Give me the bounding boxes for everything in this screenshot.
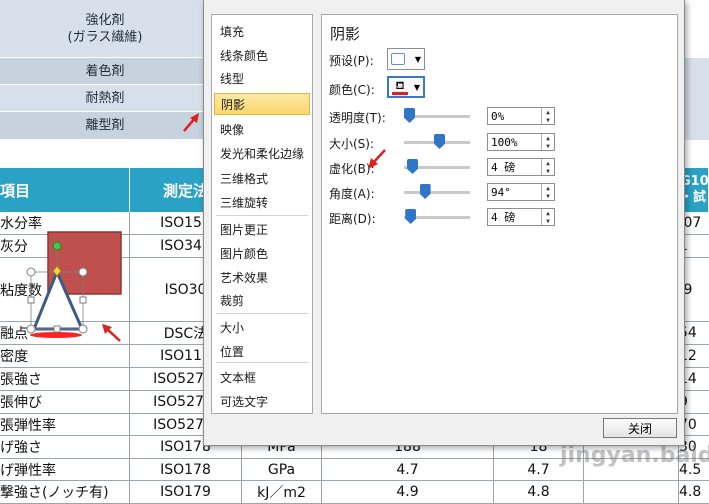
- nav-item-1[interactable]: 线条颜色: [214, 44, 310, 66]
- table-cell-item[interactable]: げ弾性率: [0, 459, 130, 480]
- spin-down-icon[interactable]: ▼: [541, 142, 554, 150]
- top-row-colorant: 着色剤: [0, 58, 210, 85]
- paint-bucket-icon: ⛾: [392, 80, 408, 95]
- nav-item-5[interactable]: 发光和柔化边缘: [214, 142, 310, 164]
- slider-thumb[interactable]: [419, 184, 431, 199]
- table-cell-item[interactable]: 張強さ: [0, 368, 130, 390]
- slider-thumb[interactable]: [434, 134, 445, 149]
- shadow-preset-icon: [391, 53, 405, 65]
- spin-up-icon[interactable]: ▲: [541, 184, 554, 192]
- slider-thumb[interactable]: [405, 209, 417, 224]
- slider-thumb[interactable]: [407, 159, 418, 174]
- top-row-label: 耐熱剤: [85, 90, 125, 106]
- resize-handle[interactable]: [26, 267, 36, 277]
- resize-handle[interactable]: [26, 324, 36, 334]
- table-cell-item[interactable]: 張弾性率: [0, 414, 130, 435]
- top-row-reinforcement: 強化剤 (ガラス繊維): [0, 0, 210, 58]
- spin-up-icon[interactable]: ▲: [541, 209, 554, 217]
- rotate-handle[interactable]: [52, 241, 62, 251]
- field-label: 角度(A):: [329, 187, 375, 201]
- format-shape-dialog: 填充 线条颜色 线型 阴影 映像 发光和柔化边缘 三维格式 三维旋转 图片更正 图片颜色 艺术效果裁…: [203, 0, 685, 446]
- slider-track[interactable]: [404, 191, 470, 194]
- top-right-band: [685, 58, 709, 140]
- header-method-label: 測定法: [162, 181, 208, 200]
- preset-dropdown[interactable]: ▼: [387, 48, 425, 70]
- nav-item-7[interactable]: 三维旋转: [214, 191, 310, 213]
- nav-item-3[interactable]: 阴影: [214, 93, 310, 115]
- spin-value: 4 磅: [491, 161, 516, 174]
- nav-item-0[interactable]: 填充: [214, 20, 310, 42]
- top-row-release-agent: 離型剤: [0, 112, 210, 140]
- red-arrow-icon: [368, 149, 386, 169]
- spin-down-icon[interactable]: ▼: [541, 116, 554, 124]
- spin-input[interactable]: 4 磅 ▲ ▼: [487, 158, 555, 176]
- table-cell-v1[interactable]: 4.7: [322, 459, 494, 480]
- spin-input[interactable]: 94° ▲ ▼: [487, 183, 555, 201]
- spin-down-icon[interactable]: ▼: [541, 192, 554, 200]
- spin-up-icon[interactable]: ▲: [541, 134, 554, 142]
- table-cell-item[interactable]: げ強さ: [0, 436, 130, 458]
- spin-value: 94°: [491, 185, 511, 199]
- nav-separator: [216, 215, 308, 216]
- nav-item-11[interactable]: 裁剪: [214, 289, 310, 311]
- dialog-nav-list: 填充 线条颜色 线型阴影映像 发光和柔化边缘 三维格式 三维旋转图片更正 图片颜色 艺术效果裁…: [211, 14, 313, 414]
- nav-separator: [216, 362, 308, 363]
- nav-item-14[interactable]: 文本框: [214, 366, 310, 388]
- spin-input[interactable]: 4 磅 ▲ ▼: [487, 208, 555, 226]
- color-dropdown[interactable]: ⛾ ▼: [387, 76, 425, 98]
- spin-input[interactable]: 0% ▲ ▼: [487, 107, 555, 125]
- nav-separator: [216, 313, 308, 314]
- nav-item-8[interactable]: 图片更正: [214, 218, 310, 240]
- spin-value: 4 磅: [491, 211, 516, 224]
- top-row-heat-agent: 耐熱剤: [0, 85, 210, 112]
- table-cell-item[interactable]: 密度: [0, 345, 130, 367]
- resize-handle[interactable]: [79, 296, 87, 304]
- nav-item-10[interactable]: 艺术效果: [214, 266, 310, 288]
- table-cell-unit[interactable]: GPa: [242, 459, 322, 480]
- chevron-down-icon: ▼: [413, 82, 420, 92]
- resize-handle[interactable]: [53, 325, 61, 333]
- spin-down-icon[interactable]: ▼: [541, 217, 554, 225]
- field-label: 距离(D):: [329, 212, 376, 226]
- table-cell-method[interactable]: ISO178: [130, 459, 242, 480]
- preset-label: 预设(P):: [329, 54, 374, 68]
- nav-item-2[interactable]: 线型: [214, 67, 310, 89]
- nav-item-9[interactable]: 图片颜色: [214, 242, 310, 264]
- spin-value: 0%: [491, 109, 505, 123]
- slider-thumb[interactable]: [404, 108, 415, 123]
- spin-down-icon[interactable]: ▼: [541, 167, 554, 175]
- red-arrow-icon: [102, 324, 121, 342]
- field-label: 透明度(T):: [329, 111, 386, 125]
- resize-handle[interactable]: [78, 324, 88, 334]
- spin-up-icon[interactable]: ▲: [541, 159, 554, 167]
- chevron-down-icon: ▼: [414, 54, 421, 64]
- header-item-label: 項目: [0, 181, 31, 200]
- header-item: 項目: [0, 168, 130, 212]
- panel-title: 阴影: [330, 25, 361, 43]
- triangle-shadow: [30, 332, 82, 338]
- red-arrow-icon: [183, 113, 199, 132]
- table-cell-item[interactable]: 張伸び: [0, 391, 130, 413]
- shadow-panel: 阴影 预设(P): ▼ 颜色(C): ⛾ ▼ 透明度(T): 0% ▲ ▼ 大小(S):…: [321, 14, 678, 414]
- resize-handle[interactable]: [78, 267, 88, 277]
- resize-handle[interactable]: [27, 296, 35, 304]
- spin-up-icon[interactable]: ▲: [541, 108, 554, 116]
- close-button[interactable]: 关闭: [603, 418, 677, 438]
- color-label: 颜色(C):: [329, 83, 375, 97]
- nav-item-15[interactable]: 可选文字: [214, 390, 310, 412]
- nav-item-12[interactable]: 大小: [214, 316, 310, 338]
- spin-input[interactable]: 100% ▲ ▼: [487, 133, 555, 151]
- top-row-label: 強化剤 (ガラス繊維): [67, 12, 143, 45]
- top-row-label: 離型剤: [85, 118, 125, 133]
- nav-item-4[interactable]: 映像: [214, 118, 310, 140]
- spin-value: 100%: [491, 135, 518, 149]
- top-row-label: 着色剤: [85, 63, 125, 79]
- nav-item-6[interactable]: 三维格式: [214, 167, 310, 189]
- nav-item-13[interactable]: 位置: [214, 340, 310, 362]
